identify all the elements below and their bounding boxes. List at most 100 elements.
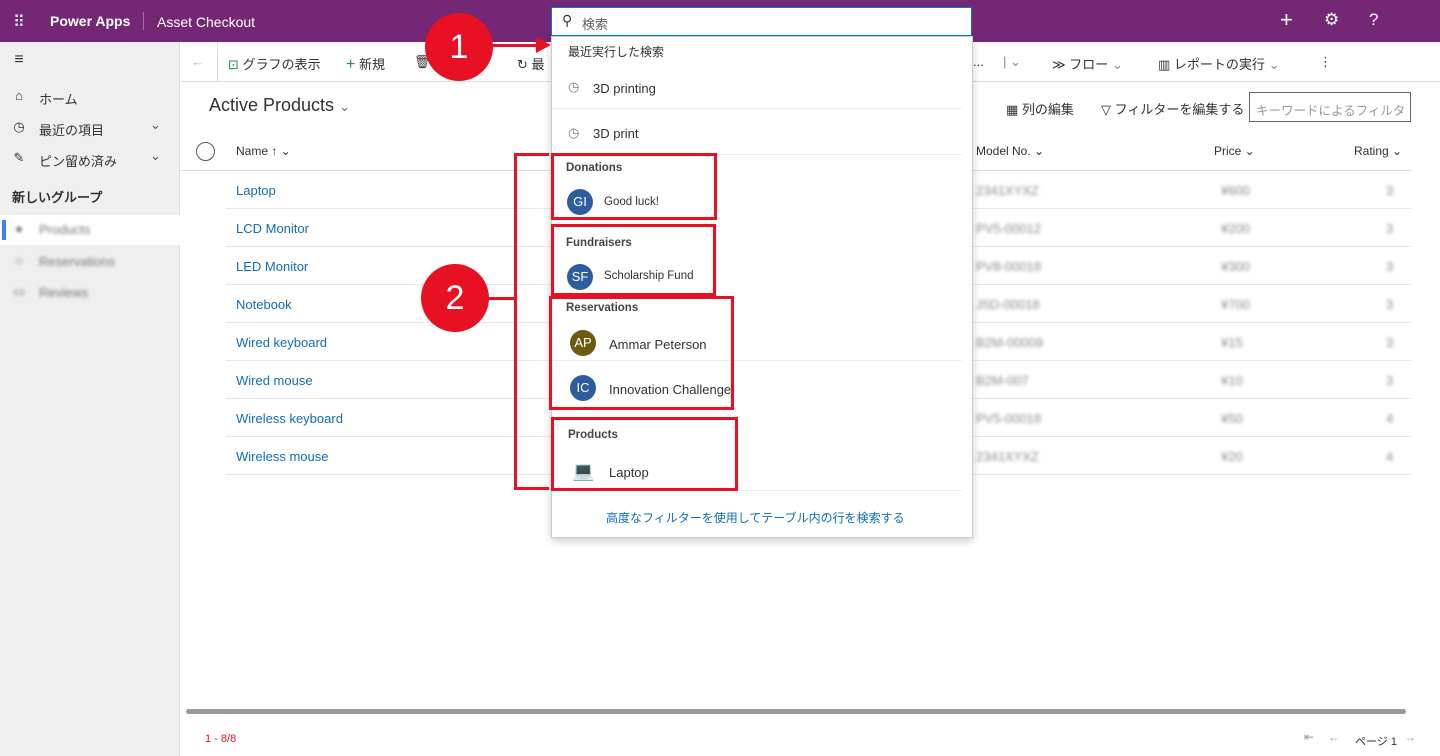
price-cell: ¥10	[1221, 373, 1243, 388]
chevron-down-icon: ⌄	[339, 99, 350, 114]
arrow-line	[490, 44, 540, 47]
label: ホーム	[39, 92, 78, 107]
column-header-model[interactable]: Model No. ⌄	[976, 144, 1044, 158]
select-all-checkbox[interactable]	[196, 142, 215, 161]
model-cell: PV5-00018	[976, 411, 1042, 426]
clock-icon: ◷	[13, 119, 25, 134]
column-header-price[interactable]: Price ⌄	[1214, 144, 1255, 158]
model-cell: J5D-00018	[976, 297, 1040, 312]
edit-filters-button[interactable]: ▽ フィルターを編集する	[1101, 99, 1244, 118]
more-options-icon[interactable]: ⋮	[1319, 54, 1332, 70]
label: ピン留め済み	[39, 154, 118, 169]
chevron-down-icon: ⌄	[1111, 57, 1123, 72]
filter-icon: ▽	[1101, 102, 1111, 117]
page-number: ページ 1	[1355, 736, 1397, 748]
sidebar: ≡ ⌂ ホーム ◷ 最近の項目 ⌄ ✎ ピン留め済み ⌄ 新しいグループ ● Product…	[0, 42, 180, 756]
label: Reviews	[39, 285, 89, 300]
record-count: 1 - 8/8	[205, 733, 237, 745]
bracket-pointer	[488, 297, 516, 300]
sidebar-item-reservations[interactable]: ○ Reservations	[0, 247, 180, 277]
model-cell: PV5-00012	[976, 221, 1042, 236]
next-page-button[interactable]: →	[1404, 730, 1416, 744]
name-link[interactable]: LCD Monitor	[236, 221, 309, 236]
highlight-box	[551, 153, 717, 220]
name-link[interactable]: Notebook	[236, 297, 292, 312]
horizontal-scrollbar[interactable]	[186, 709, 1406, 714]
name-link[interactable]: Laptop	[236, 183, 276, 198]
chart-icon: ⊡	[228, 57, 239, 72]
gear-icon[interactable]: ⚙	[1324, 10, 1339, 30]
plus-icon: +	[346, 56, 356, 73]
name-link[interactable]: Wired mouse	[236, 373, 313, 388]
label: Products	[39, 222, 91, 237]
split-chevron-icon[interactable]: | ⌄	[1003, 54, 1021, 70]
price-cell: ¥20	[1221, 449, 1243, 464]
pin-icon: ✎	[13, 150, 25, 165]
highlight-box	[549, 296, 734, 410]
model-cell: PV8-00018	[976, 259, 1042, 274]
more-partial[interactable]: ...	[973, 54, 984, 69]
recent-search-item[interactable]: ◷ 3D print	[552, 117, 962, 155]
name-link[interactable]: LED Monitor	[236, 259, 308, 274]
label: Reservations	[39, 254, 115, 269]
report-icon: ▥	[1158, 57, 1171, 72]
view-selector[interactable]: Active Products ⌄	[209, 95, 350, 116]
search-icon: ⚲	[562, 12, 573, 28]
sidebar-item-products[interactable]: ● Products	[0, 215, 180, 245]
bracket	[514, 153, 517, 490]
recent-search-item[interactable]: ◷ 3D printing	[552, 71, 962, 109]
environment-name[interactable]: Asset Checkout	[157, 14, 255, 30]
name-link[interactable]: Wired keyboard	[236, 335, 327, 350]
column-header-rating[interactable]: Rating ⌄	[1354, 144, 1402, 158]
add-icon[interactable]: +	[1280, 7, 1293, 33]
price-cell: ¥15	[1221, 335, 1243, 350]
hamburger-icon: ≡	[14, 51, 24, 68]
column-header-name[interactable]: Name ↑ ⌄	[236, 144, 291, 158]
advanced-filter-link[interactable]: 高度なフィルターを使用してテーブル内の行を検索する	[606, 509, 905, 526]
sidebar-item-reviews[interactable]: ▭ Reviews	[0, 278, 180, 308]
history-icon: ◷	[568, 125, 580, 140]
annotation-badge-1: 1	[425, 13, 493, 81]
prev-page-button[interactable]: ←	[1328, 730, 1340, 744]
columns-icon: ▦	[1006, 102, 1019, 117]
price-cell: ¥50	[1221, 411, 1243, 426]
new-button[interactable]: + 新規	[346, 54, 385, 74]
highlight-box	[551, 224, 716, 296]
app-name[interactable]: Power Apps	[50, 13, 130, 29]
model-cell: 2341XYXZ	[976, 449, 1039, 464]
sidebar-item-recent[interactable]: ◷ 最近の項目 ⌄	[0, 113, 180, 143]
price-cell: ¥600	[1221, 183, 1250, 198]
rating-cell: 3	[1386, 297, 1394, 312]
show-chart-button[interactable]: ⊡ グラフの表示	[228, 54, 321, 73]
flow-button[interactable]: ≫ フロー ⌄	[1052, 54, 1123, 73]
hamburger-menu[interactable]: ≡	[0, 48, 180, 78]
help-icon[interactable]: ?	[1369, 10, 1378, 30]
refresh-button[interactable]: ↻ 最	[517, 54, 545, 73]
run-report-button[interactable]: ▥ レポートの実行 ⌄	[1158, 54, 1279, 73]
back-button[interactable]: ←	[191, 54, 204, 69]
edit-columns-button[interactable]: ▦ 列の編集	[1006, 99, 1074, 118]
chevron-down-icon: ⌄	[150, 117, 161, 132]
page-title: Active Products	[209, 95, 335, 115]
rating-cell: 4	[1386, 411, 1394, 426]
price-cell: ¥700	[1221, 297, 1250, 312]
sidebar-item-pinned[interactable]: ✎ ピン留め済み ⌄	[0, 144, 180, 174]
name-link[interactable]: Wireless mouse	[236, 449, 328, 464]
model-cell: 2341XYXZ	[976, 183, 1039, 198]
model-cell: B2M-007	[976, 373, 1029, 388]
name-link[interactable]: Wireless keyboard	[236, 411, 343, 426]
history-icon: ◷	[568, 79, 580, 94]
sidebar-item-home[interactable]: ⌂ ホーム	[0, 82, 180, 112]
waffle-icon[interactable]: ⠿	[13, 12, 26, 32]
keyword-filter-input[interactable]: キーワードによるフィルタ	[1249, 92, 1411, 122]
annotation-badge-2: 2	[421, 264, 489, 332]
rating-cell: 4	[1386, 449, 1394, 464]
first-page-button[interactable]: ⇤	[1304, 730, 1314, 744]
home-icon: ⌂	[15, 88, 23, 103]
search-input[interactable]: ⚲ 検索	[551, 7, 972, 36]
model-cell: B2M-00009	[976, 335, 1044, 350]
label: 最近の項目	[39, 123, 105, 138]
reservations-icon: ○	[15, 253, 23, 268]
rating-cell: 3	[1386, 183, 1394, 198]
rating-cell: 3	[1386, 259, 1394, 274]
